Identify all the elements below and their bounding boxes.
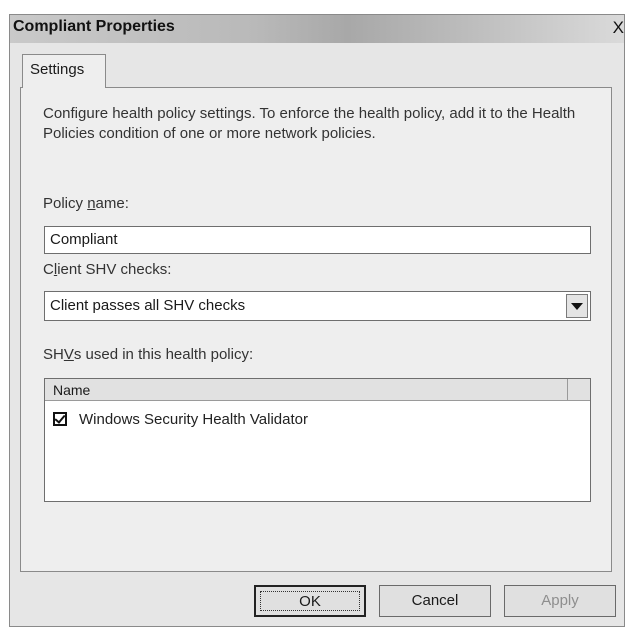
- column-header-filler: [568, 379, 590, 401]
- checkbox-checked-icon[interactable]: [53, 412, 67, 426]
- policy-name-input[interactable]: Compliant: [44, 226, 591, 254]
- apply-button[interactable]: Apply: [504, 585, 616, 617]
- list-item-label: Windows Security Health Validator: [79, 410, 308, 428]
- ok-button-label: OK: [260, 591, 360, 611]
- cancel-button[interactable]: Cancel: [379, 585, 491, 617]
- client-shv-checks-label: Client SHV checks:: [43, 261, 172, 278]
- client-shv-checks-select[interactable]: Client passes all SHV checks: [44, 291, 591, 321]
- tab-settings[interactable]: Settings: [22, 54, 106, 88]
- shv-list[interactable]: Name Windows Security Health Validator: [44, 378, 591, 502]
- settings-panel: Configure health policy settings. To enf…: [20, 87, 612, 572]
- column-header-name[interactable]: Name: [45, 379, 568, 401]
- description-text: Configure health policy settings. To enf…: [43, 105, 576, 142]
- title-bar[interactable]: Compliant Properties X: [10, 15, 624, 43]
- list-item[interactable]: Windows Security Health Validator: [53, 409, 308, 429]
- chevron-down-icon[interactable]: [566, 294, 588, 318]
- client-shv-checks-value: Client passes all SHV checks: [50, 297, 246, 314]
- window-title: Compliant Properties: [13, 18, 175, 35]
- properties-dialog: Compliant Properties X Settings Configur…: [9, 14, 625, 627]
- policy-name-label: Policy name:: [43, 195, 129, 212]
- shvs-label: SHVs used in this health policy:: [43, 346, 254, 363]
- ok-button[interactable]: OK: [254, 585, 366, 617]
- close-icon[interactable]: X: [613, 18, 624, 38]
